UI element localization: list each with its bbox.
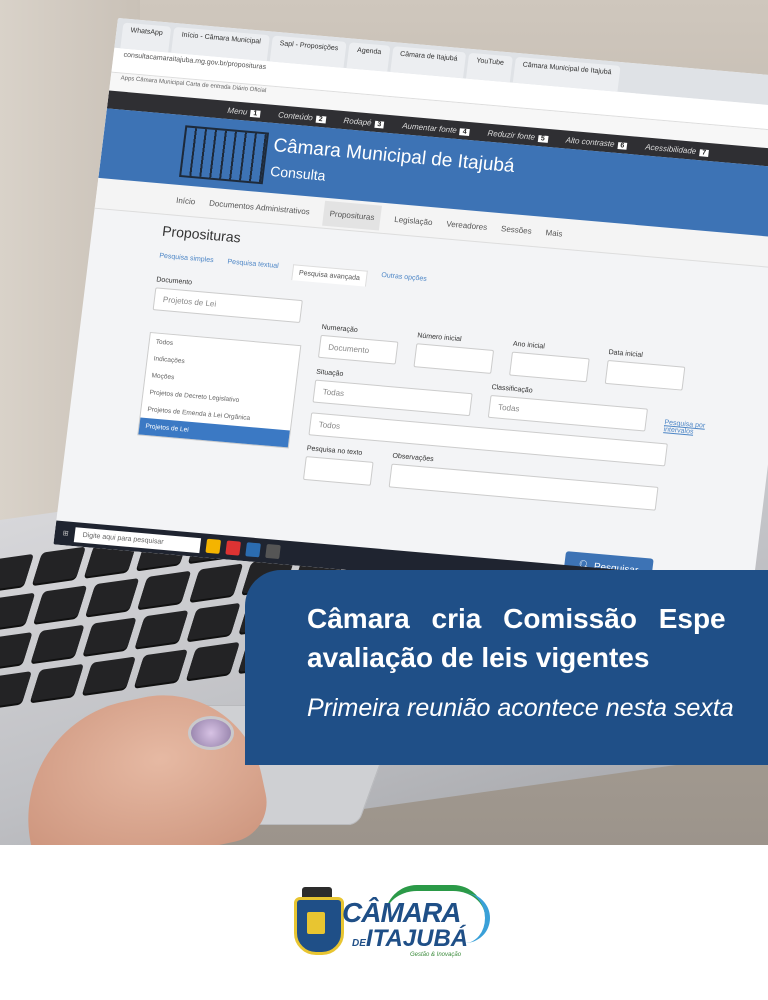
acc-menu[interactable]: Menu 1 [227, 105, 261, 118]
acc-conteudo[interactable]: Conteúdo 2 [278, 110, 327, 123]
nav-vereadores[interactable]: Vereadores [446, 219, 488, 232]
camara-itajuba-logo: CÂMARA DEITAJUBÁ Gestão & Inovação [290, 885, 490, 965]
headline-line-1: Câmara cria Comissão Espe [307, 603, 726, 634]
laptop-screen: WhatsApp Início - Câmara Municipal Sapl … [53, 18, 768, 606]
browser-tab[interactable]: YouTube [466, 52, 513, 83]
windows-start-icon[interactable]: ⊞ [62, 529, 69, 537]
nav-mais[interactable]: Mais [545, 228, 563, 238]
acc-alto-contraste[interactable]: Alto contraste 6 [565, 135, 628, 150]
nav-inicio[interactable]: Início [176, 195, 196, 206]
logo-tagline: Gestão & Inovação [410, 952, 462, 958]
logo-word-itajuba: DEITAJUBÁ [352, 925, 469, 952]
headline-subtitle: Primeira reunião acontece nesta sexta [307, 694, 734, 722]
ring [188, 716, 234, 750]
tab-pesquisa-textual[interactable]: Pesquisa textual [226, 258, 279, 278]
folder-icon[interactable] [265, 543, 281, 560]
nav-documentos[interactable]: Documentos Administrativos [209, 198, 311, 216]
tab-outras-opcoes[interactable]: Outras opções [380, 272, 427, 292]
browser-tab[interactable]: WhatsApp [120, 22, 172, 53]
chamber-building-emblem [179, 125, 270, 185]
documento-dropdown: Todos Indicações Moções Projetos de Decr… [137, 331, 302, 449]
headline-line-2: avaliação de leis vigentes [307, 642, 650, 673]
ano-inicial-input[interactable] [509, 351, 590, 383]
site-subtitle: Consulta [269, 162, 327, 184]
illustrator-icon[interactable] [225, 540, 241, 556]
filter-columns: Numeração Documento Número inicial Ano i… [302, 324, 741, 517]
nav-sessoes[interactable]: Sessões [501, 224, 533, 236]
pesquisa-texto-input[interactable] [302, 456, 374, 486]
tab-pesquisa-simples[interactable]: Pesquisa simples [158, 253, 214, 274]
nav-legislacao[interactable]: Legislação [394, 214, 433, 226]
data-inicial-input[interactable] [604, 359, 686, 391]
acc-reduzir-fonte[interactable]: Reduzir fonte 5 [487, 128, 549, 143]
headline-box: Câmara cria Comissão Espe avaliação de l… [245, 570, 768, 765]
numeracao-select[interactable]: Documento [317, 334, 399, 365]
nav-proposituras[interactable]: Proposituras [322, 200, 382, 231]
acc-rodape[interactable]: Rodapé 3 [343, 116, 385, 129]
photoshop-icon[interactable] [245, 542, 261, 558]
numero-inicial-input[interactable] [413, 343, 495, 374]
acc-acessibilidade[interactable]: Acessibilidade 7 [645, 142, 710, 157]
tab-pesquisa-avancada[interactable]: Pesquisa avançada [291, 264, 368, 287]
browser-tab[interactable]: Agenda [346, 42, 391, 72]
chrome-icon[interactable] [205, 538, 221, 554]
coat-of-arms-icon [294, 897, 344, 955]
acc-aumentar-fonte[interactable]: Aumentar fonte 4 [402, 121, 471, 136]
pesquisa-intervalos-link[interactable]: Pesquisa por intervalos [663, 419, 732, 439]
